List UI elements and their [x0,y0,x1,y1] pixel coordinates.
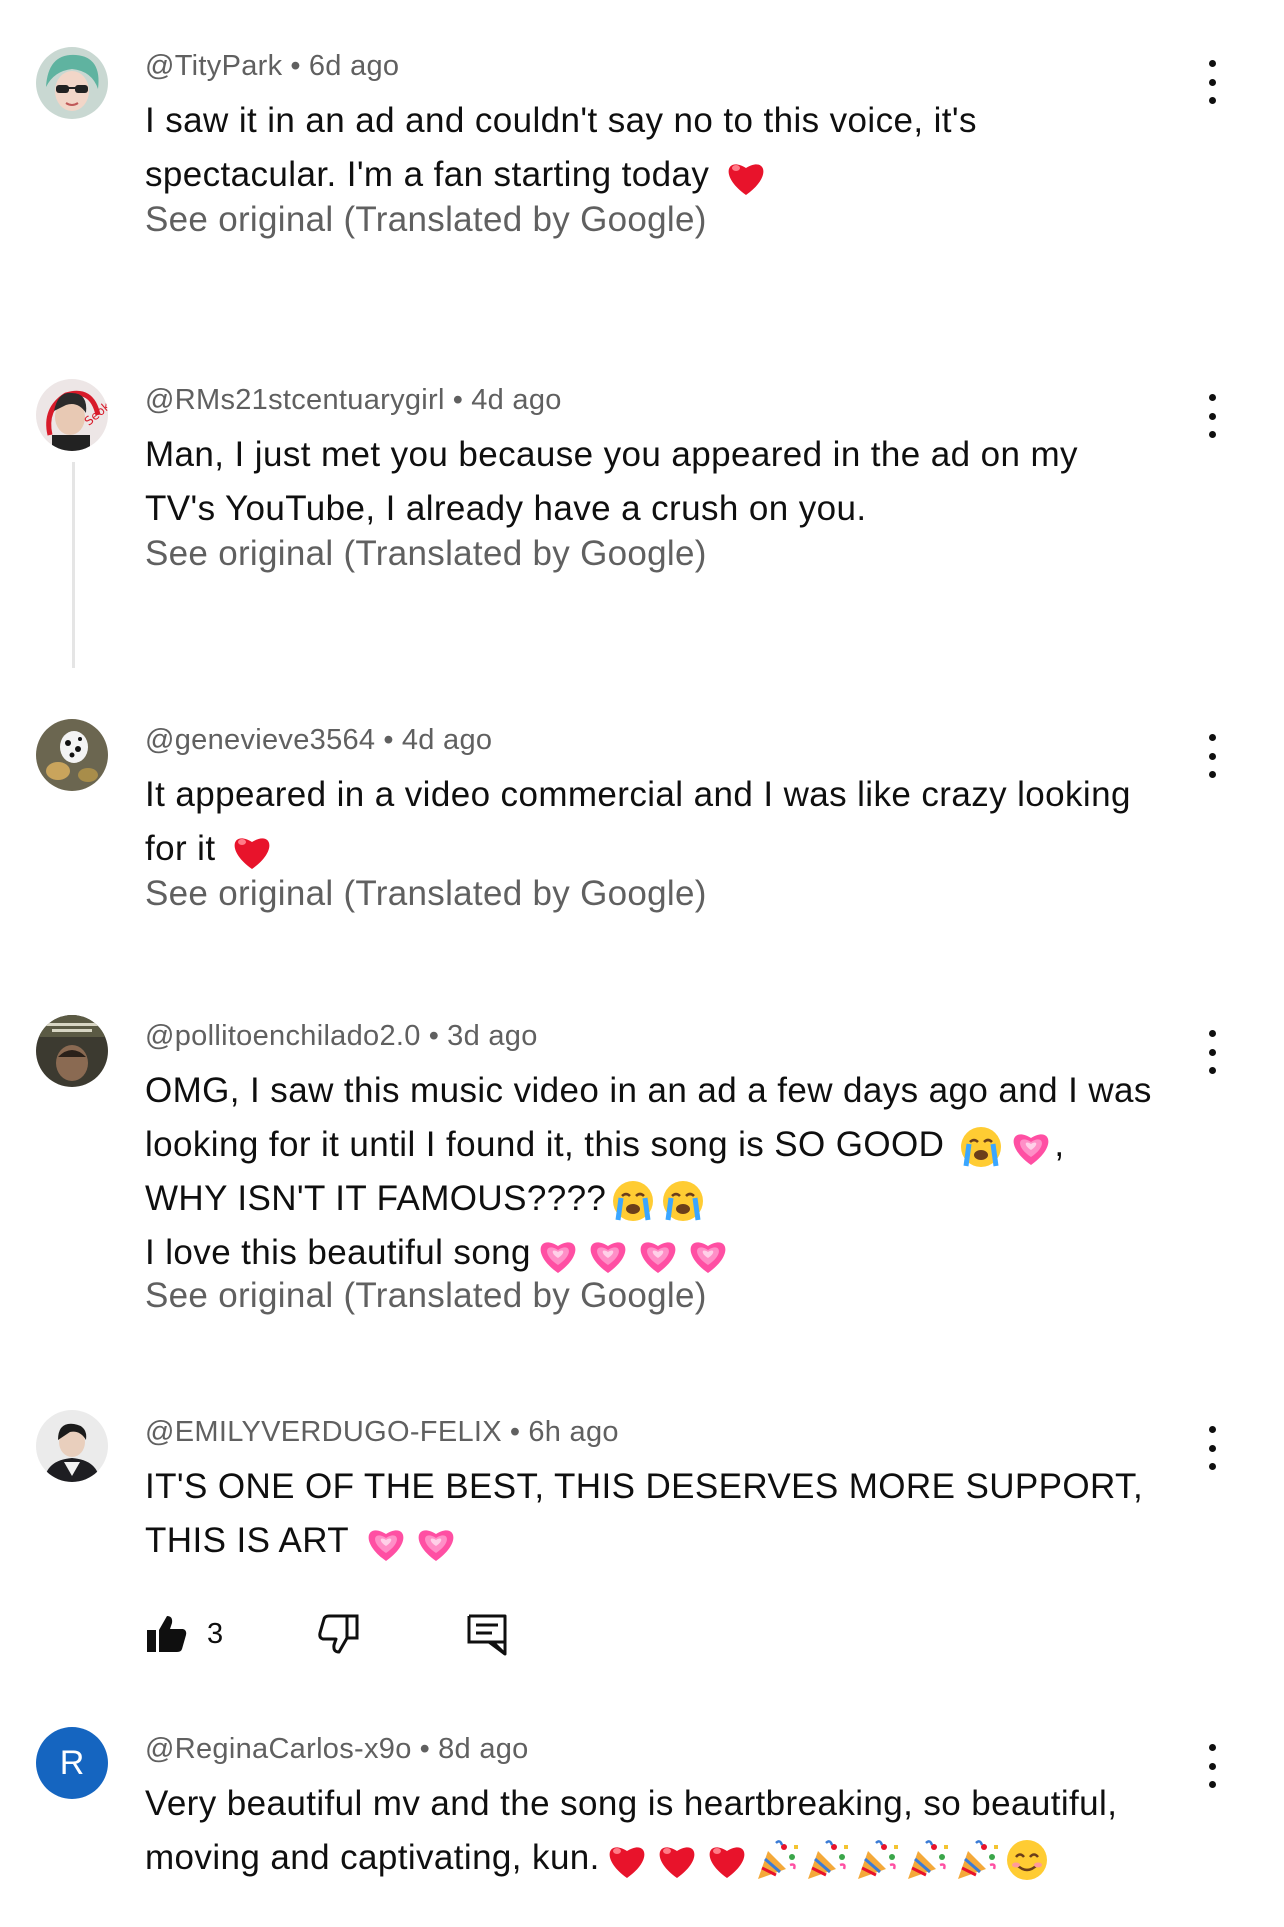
comment-meta: @pollitoenchilado2.0 • 3d ago [145,1020,538,1053]
comment-text: OMG, I saw this music video in an ad a f… [145,1064,1215,1280]
like-count: 3 [207,1617,224,1650]
pink-heart-emoji-icon [635,1232,681,1278]
avatar-letter: R [59,1743,85,1782]
separator-dot: • [419,1733,431,1765]
pink-heart-emoji-icon [1008,1124,1054,1170]
see-original-link[interactable]: See original (Translated by Google) [145,874,707,914]
see-original-link[interactable]: See original (Translated by Google) [145,200,707,240]
comment-line-with-emoji: THIS IS ART [145,1514,1215,1568]
comment-line: WHY ISN'T IT FAMOUS???? [145,1179,607,1218]
comment-text: I saw it in an ad and couldn't say no to… [145,94,1215,202]
comment-line-with-emoji: for it [145,822,1215,876]
crying-face-emoji-icon [958,1124,1004,1170]
avatar[interactable] [36,719,108,791]
comment-line: moving and captivating, kun. [145,1838,600,1877]
avatar[interactable] [36,1015,108,1087]
comment-text: It appeared in a video commercial and I … [145,768,1215,876]
comment-text: Very beautiful mv and the song is heartb… [145,1777,1215,1885]
comment-line-with-emoji: looking for it until I found it, this so… [145,1118,1215,1172]
comment-line: Man, I just met you because you appeared… [145,435,1078,474]
comment-line: for it [145,829,216,868]
comment-time: 4d ago [401,724,493,756]
smiling-face-emoji-icon [1004,1837,1050,1883]
separator-dot: • [509,1416,521,1448]
comment-line: TV's YouTube, I already have a crush on … [145,489,867,528]
comment-line: I love this beautiful song [145,1233,531,1272]
comment-line: OMG, I saw this music video in an ad a f… [145,1071,1152,1110]
comment-line: I saw it in an ad and couldn't say no to… [145,101,977,140]
pink-heart-emoji-icon [413,1520,459,1566]
comment-actions: 3 [145,1612,545,1662]
pink-heart-emoji-icon [685,1232,731,1278]
reply-button[interactable] [465,1612,509,1656]
comment-time: 4d ago [471,384,562,416]
comment-time: 6d ago [308,50,400,82]
comment-time: 3d ago [447,1020,538,1052]
thread-line [72,462,75,668]
avatar[interactable] [36,1410,108,1482]
comments-list: @TityPark • 6d ago I saw it in an ad and c… [0,0,1284,1927]
red-heart-emoji-icon [723,154,769,200]
comment-line: Very beautiful mv and the song is heartb… [145,1784,1118,1823]
pink-heart-emoji-icon [585,1232,631,1278]
separator-dot: • [452,384,464,416]
comment-meta: @EMILYVERDUGO-FELIX • 6h ago [145,1416,619,1449]
comment-text: Man, I just met you because you appeared… [145,428,1215,536]
comment-line-with-emoji: I love this beautiful song [145,1226,1215,1280]
comment-meta: @RMs21stcentuarygirl • 4d ago [145,384,562,417]
comment-line-with-emoji: WHY ISN'T IT FAMOUS???? [145,1172,1215,1226]
comment-line: THIS IS ART [145,1521,350,1560]
comment-line: spectacular. I'm a fan starting today [145,155,710,194]
thumbs-up-filled-icon [145,1612,189,1656]
crying-face-emoji-icon [660,1178,706,1224]
comment-line-with-emoji: spectacular. I'm a fan starting today [145,148,1215,202]
comment-meta: @ReginaCarlos-x9o • 8d ago [145,1733,529,1766]
separator-dot: • [428,1020,440,1052]
see-original-link[interactable]: See original (Translated by Google) [145,534,707,574]
pink-heart-emoji-icon [535,1232,581,1278]
comment-line: , [1054,1125,1065,1164]
red-heart-emoji-icon [604,1837,650,1883]
reply-comment-icon [465,1612,509,1656]
comment-meta: @TityPark • 6d ago [145,50,399,83]
crying-face-emoji-icon [610,1178,656,1224]
comment-author[interactable]: @pollitoenchilado2.0 [145,1020,421,1052]
comment-line: It appeared in a video commercial and I … [145,775,1131,814]
comment-line: IT'S ONE OF THE BEST, THIS DESERVES MORE… [145,1467,1144,1506]
party-popper-emoji-icon [954,1837,1000,1883]
party-popper-emoji-icon [904,1837,950,1883]
comment-line: looking for it until I found it, this so… [145,1125,945,1164]
comment-time: 6h ago [528,1416,619,1448]
comment-author[interactable]: @EMILYVERDUGO-FELIX [145,1416,502,1448]
comment-author[interactable]: @genevieve3564 [145,724,375,756]
party-popper-emoji-icon [854,1837,900,1883]
party-popper-emoji-icon [804,1837,850,1883]
see-original-link[interactable]: See original (Translated by Google) [145,1276,707,1316]
red-heart-emoji-icon [229,828,275,874]
party-popper-emoji-icon [754,1837,800,1883]
pink-heart-emoji-icon [363,1520,409,1566]
comment-meta: @genevieve3564 • 4d ago [145,724,492,757]
red-heart-emoji-icon [654,1837,700,1883]
separator-dot: • [290,50,301,82]
comment-line-with-emoji: moving and captivating, kun. [145,1831,1215,1885]
comment-author[interactable]: @RMs21stcentuarygirl [145,384,445,416]
avatar[interactable]: R [36,1727,108,1799]
comment-author[interactable]: @ReginaCarlos-x9o [145,1733,412,1765]
red-heart-emoji-icon [704,1837,750,1883]
avatar[interactable] [36,47,108,119]
avatar[interactable]: Seok [36,379,108,451]
comment-author[interactable]: @TityPark [145,50,282,82]
thumbs-down-icon [317,1612,361,1656]
like-button[interactable]: 3 [145,1612,223,1656]
comment-text: IT'S ONE OF THE BEST, THIS DESERVES MORE… [145,1460,1215,1568]
dislike-button[interactable] [317,1612,361,1656]
comment-time: 8d ago [438,1733,529,1765]
separator-dot: • [383,724,394,756]
